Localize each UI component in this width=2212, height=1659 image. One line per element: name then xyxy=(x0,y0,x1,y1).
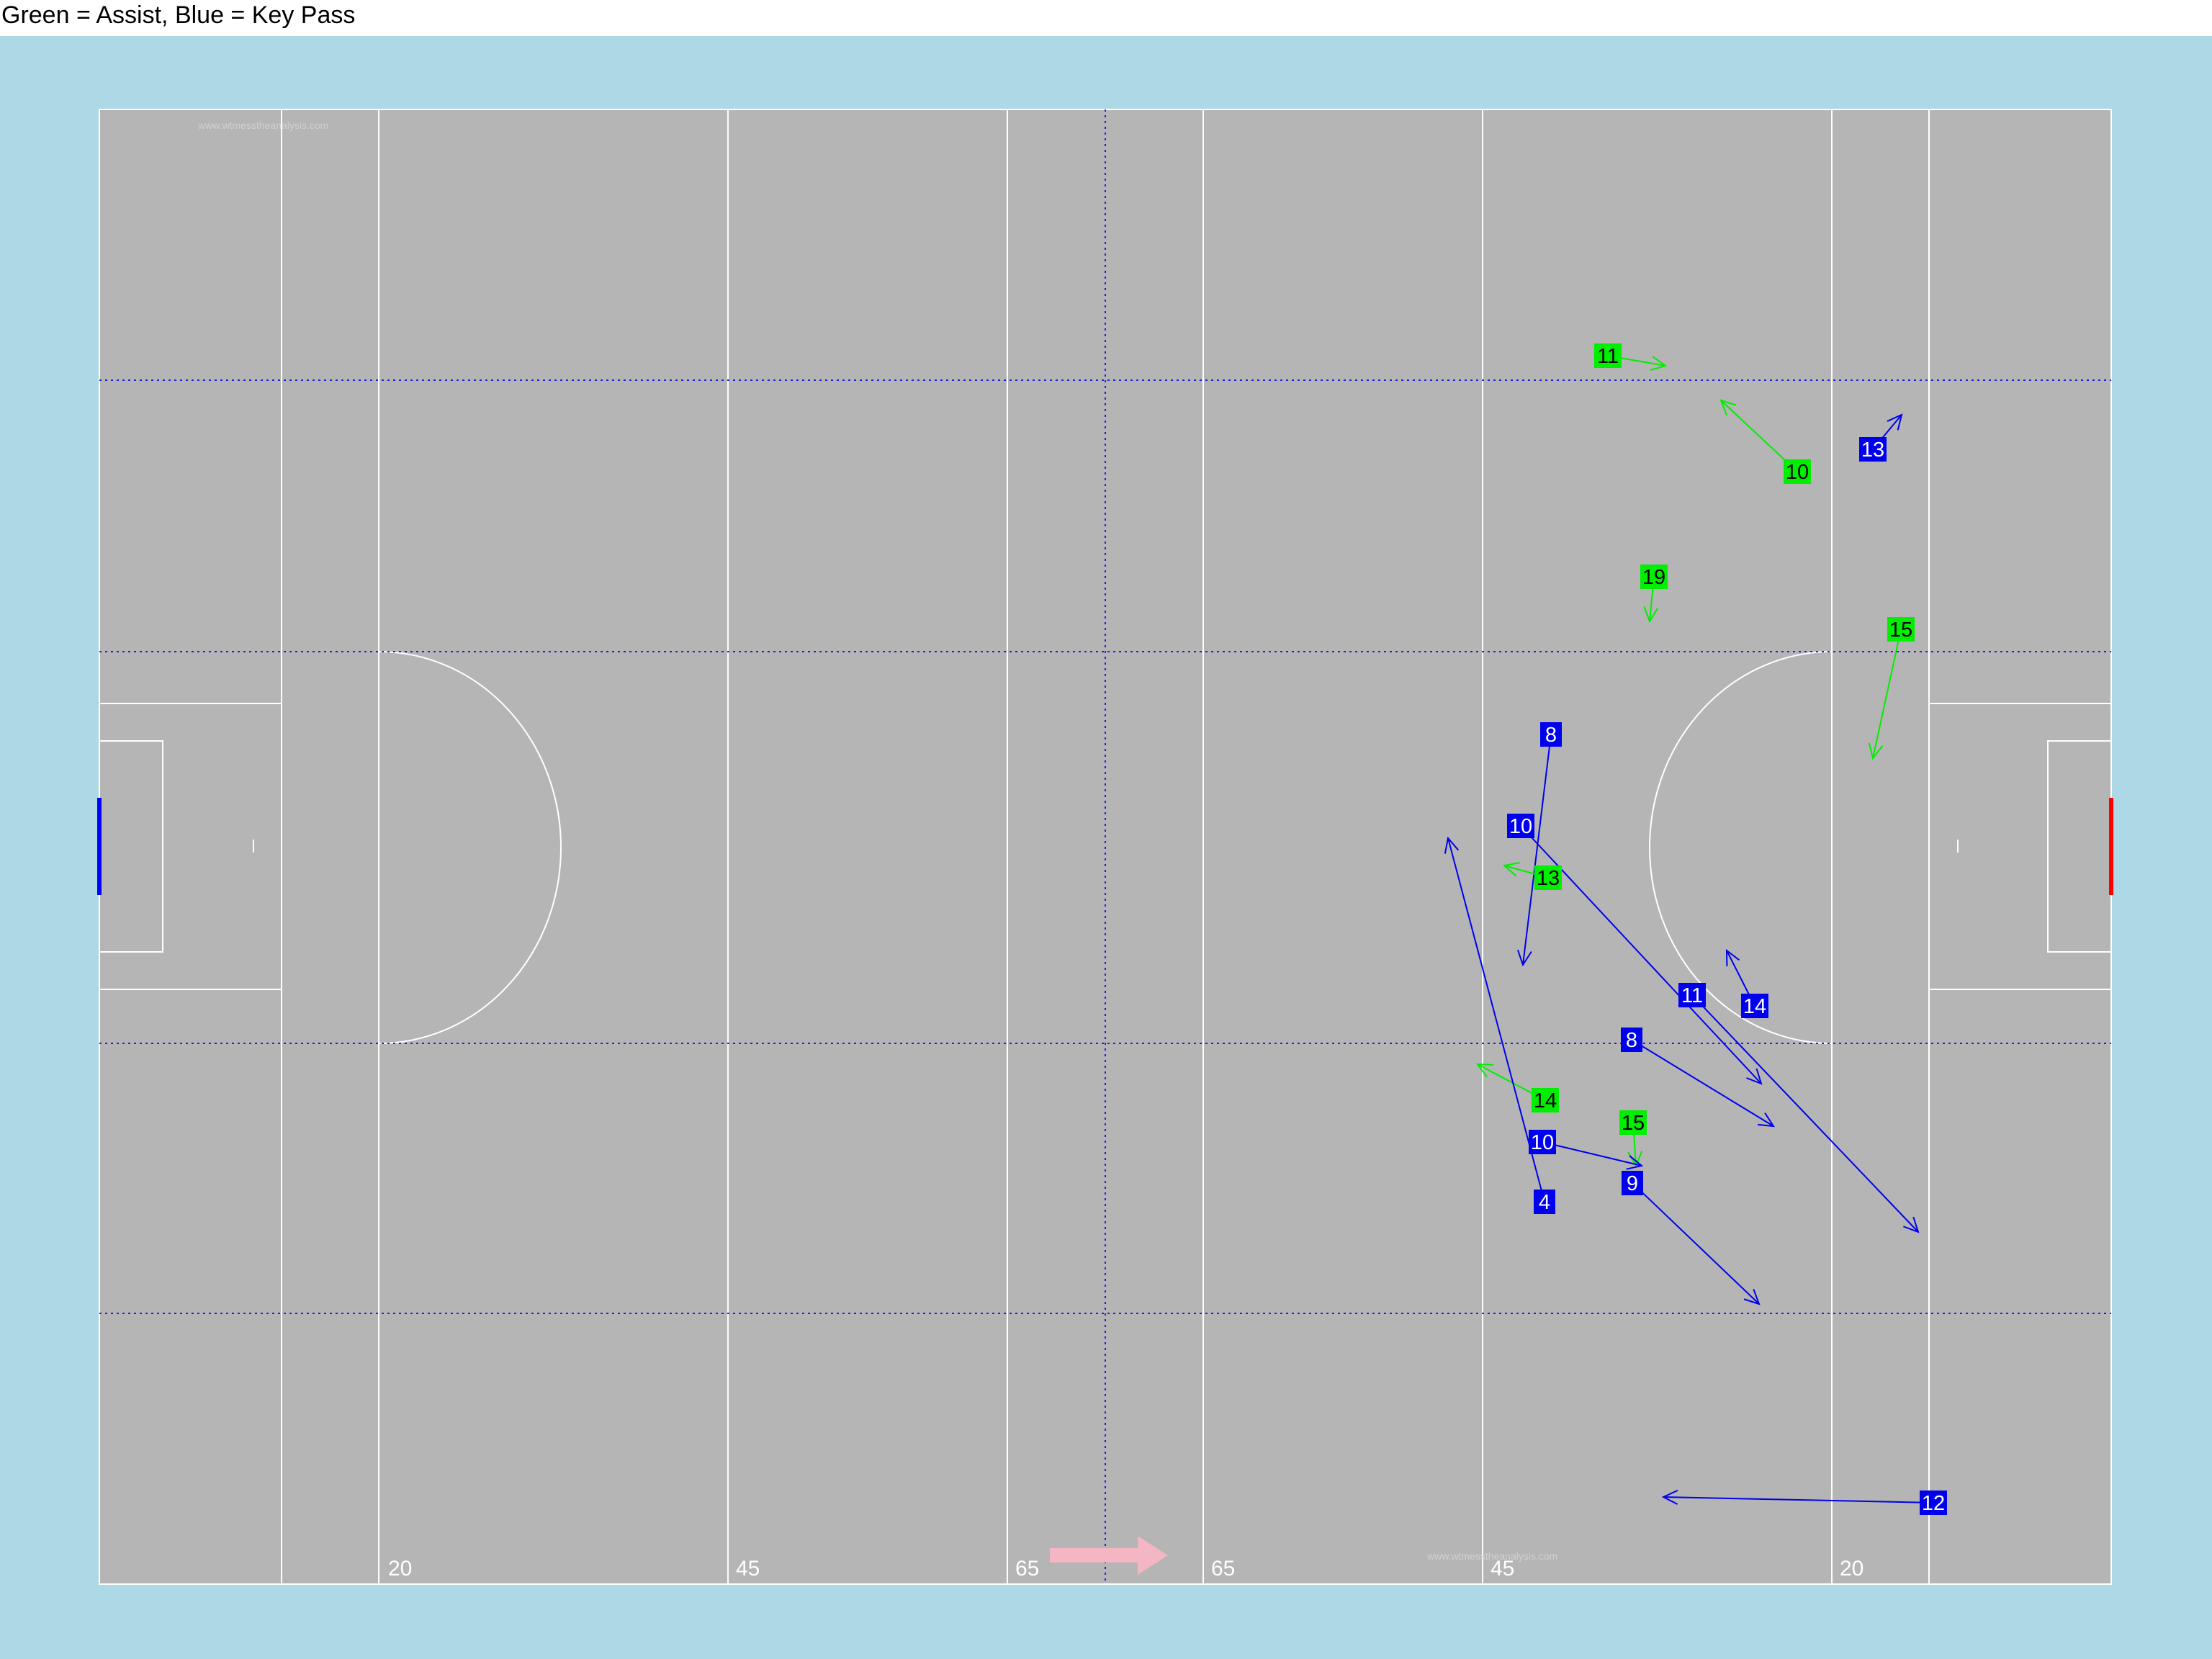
key-pass-marker: 13 xyxy=(1859,437,1887,462)
assist-marker: 19 xyxy=(1640,565,1668,589)
key-pass-marker: 11 xyxy=(1678,983,1706,1007)
player-number: 4 xyxy=(1539,1191,1550,1214)
assist-marker: 15 xyxy=(1887,617,1915,642)
player-number: 9 xyxy=(1627,1172,1638,1195)
player-number: 15 xyxy=(1889,619,1912,642)
pitch-diagram: www.wtmesstheanalysis.com www.wtmessthea… xyxy=(97,109,2113,1585)
player-number: 10 xyxy=(1786,461,1809,484)
assist-marker: 14 xyxy=(1532,1088,1559,1112)
pitch-label-left-20: 20 xyxy=(388,1557,412,1581)
watermark-top-left: www.wtmesstheanalysis.com xyxy=(197,120,328,131)
player-number: 14 xyxy=(1743,995,1766,1018)
key-pass-marker: 8 xyxy=(1540,722,1562,747)
assist-marker: 10 xyxy=(1784,459,1811,484)
key-pass-marker: 14 xyxy=(1741,994,1768,1018)
player-number: 10 xyxy=(1531,1131,1554,1154)
pitch-label-left-45: 45 xyxy=(736,1557,760,1581)
player-number: 13 xyxy=(1861,439,1884,462)
pitch-label-right-65: 65 xyxy=(1211,1557,1235,1581)
pitch-label-right-45: 45 xyxy=(1491,1557,1514,1581)
player-number: 11 xyxy=(1681,984,1703,1007)
key-pass-marker: 8 xyxy=(1621,1028,1642,1052)
key-pass-marker: 10 xyxy=(1529,1130,1556,1154)
player-number: 12 xyxy=(1922,1492,1945,1515)
player-number: 14 xyxy=(1534,1089,1557,1112)
assist-marker: 13 xyxy=(1534,866,1562,890)
player-number: 15 xyxy=(1622,1112,1645,1135)
pitch-label-right-20: 20 xyxy=(1840,1557,1863,1581)
player-number: 11 xyxy=(1597,345,1619,368)
pitch-label-left-65: 65 xyxy=(1015,1557,1039,1581)
key-pass-marker: 12 xyxy=(1920,1491,1947,1515)
player-number: 10 xyxy=(1509,815,1532,838)
player-number: 13 xyxy=(1537,867,1560,890)
right-goal xyxy=(2109,798,2113,895)
assist-marker: 15 xyxy=(1619,1110,1647,1135)
player-number: 8 xyxy=(1545,724,1557,747)
player-number: 8 xyxy=(1626,1029,1637,1052)
key-pass-marker: 10 xyxy=(1507,814,1534,838)
key-pass-marker: 9 xyxy=(1622,1171,1643,1195)
key-pass-marker: 4 xyxy=(1534,1190,1555,1214)
player-number: 19 xyxy=(1642,566,1665,589)
assist-marker: 11 xyxy=(1594,343,1622,368)
left-goal xyxy=(97,798,102,895)
